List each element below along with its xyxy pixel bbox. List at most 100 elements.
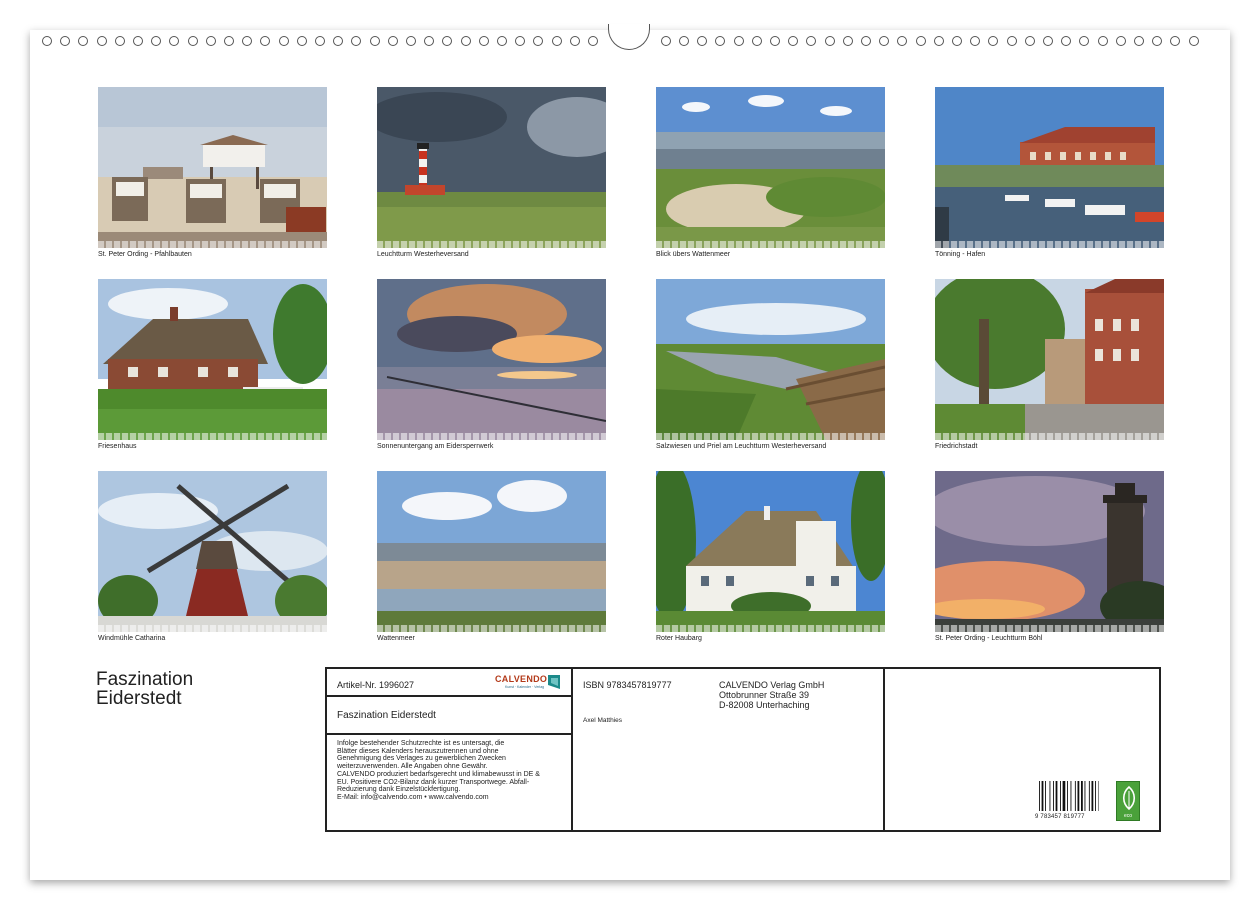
photo-card[interactable]: Windmühle Catharina xyxy=(98,471,327,649)
binding-ring xyxy=(825,36,835,46)
binding-ring xyxy=(970,36,980,46)
binding-ring xyxy=(97,36,107,46)
binding-ring xyxy=(752,36,762,46)
binding-ring xyxy=(1170,36,1180,46)
binding-ring xyxy=(42,36,52,46)
binding-ring xyxy=(297,36,307,46)
legal-notice: Infolge bestehender Schutzrechte ist es … xyxy=(337,740,569,802)
binding-ring xyxy=(897,36,907,46)
photo-card[interactable]: Tönning - Hafen xyxy=(935,87,1164,265)
binding-ring xyxy=(479,36,489,46)
date-strip xyxy=(377,241,606,248)
binding-ring xyxy=(879,36,889,46)
photo-card[interactable]: Roter Haubarg xyxy=(656,471,885,649)
back-info-box: Artikel-Nr. 1996027 CALVENDO Kunst · Kal… xyxy=(325,667,1161,832)
photo-card[interactable]: Wattenmeer xyxy=(377,471,606,649)
photo-card[interactable]: St. Peter Ording - Leuchtturm Böhl xyxy=(935,471,1164,649)
binding-ring xyxy=(861,36,871,46)
photo-caption: Tönning - Hafen xyxy=(935,250,1164,259)
binding-ring xyxy=(661,36,671,46)
binding-ring xyxy=(734,36,744,46)
binding-ring xyxy=(442,36,452,46)
binding-ring xyxy=(60,36,70,46)
barcode-bars-icon xyxy=(1039,781,1099,811)
date-strip xyxy=(656,241,885,248)
date-strip xyxy=(935,241,1164,248)
binding-ring xyxy=(388,36,398,46)
calendar-title: Faszination Eiderstedt xyxy=(96,670,296,708)
photo-card[interactable]: Leuchtturm Westerheversand xyxy=(377,87,606,265)
binding-ring xyxy=(1007,36,1017,46)
spiral-binding xyxy=(30,30,1230,52)
date-strip xyxy=(98,433,327,440)
legal-line: weiterzuverwenden. Alle Angaben ohne Gew… xyxy=(337,763,569,771)
photo-card[interactable]: Salzwiesen und Priel am Leuchtturm Weste… xyxy=(656,279,885,457)
binding-ring xyxy=(1043,36,1053,46)
photo-card[interactable]: Friedrichstadt xyxy=(935,279,1164,457)
binding-ring xyxy=(406,36,416,46)
calvendo-mark-icon xyxy=(548,675,560,689)
binding-ring xyxy=(279,36,289,46)
binding-ring xyxy=(533,36,543,46)
photo-caption: Leuchtturm Westerheversand xyxy=(377,250,606,259)
photo-salzwiesen-priel xyxy=(656,279,885,440)
photo-grid: St. Peter Ording - Pfahlbauten Leuchttur… xyxy=(98,87,1164,647)
publisher-city: D-82008 Unterhaching xyxy=(719,700,824,710)
publisher-name: CALVENDO Verlag GmbH xyxy=(719,680,824,690)
eco-badge: eco xyxy=(1116,781,1140,821)
binding-ring xyxy=(260,36,270,46)
info-column-barcode: 9 783457 819777 eco xyxy=(885,669,1159,830)
photo-card[interactable]: Friesenhaus xyxy=(98,279,327,457)
binding-ring xyxy=(1098,36,1108,46)
photo-friedrichstadt xyxy=(935,279,1164,440)
binding-ring xyxy=(1061,36,1071,46)
binding-ring xyxy=(315,36,325,46)
legal-line: CALVENDO produziert bedarfsgerecht und k… xyxy=(337,771,569,779)
legal-line: Reduzierung dank Einzelstückfertigung. xyxy=(337,786,569,794)
legal-line: Genehmigung des Verlages zu gewerblichen… xyxy=(337,755,569,763)
photo-card[interactable]: Sonnenuntergang am Eidersperrwerk xyxy=(377,279,606,457)
date-strip xyxy=(377,433,606,440)
leaf-icon xyxy=(1120,785,1138,811)
photo-caption: St. Peter Ording - Leuchtturm Böhl xyxy=(935,634,1164,643)
binding-ring xyxy=(333,36,343,46)
photo-sonnenuntergang-eidersperrwerk xyxy=(377,279,606,440)
photo-caption: Friesenhaus xyxy=(98,442,327,451)
photo-pfahlbauten xyxy=(98,87,327,248)
date-strip xyxy=(935,625,1164,632)
binding-ring xyxy=(1134,36,1144,46)
article-number: Artikel-Nr. 1996027 xyxy=(337,680,414,690)
article-row: Artikel-Nr. 1996027 CALVENDO Kunst · Kal… xyxy=(327,669,571,697)
photo-card[interactable]: Blick übers Wattenmeer xyxy=(656,87,885,265)
binding-ring xyxy=(806,36,816,46)
legal-line: E-Mail: info@calvendo.com • www.calvendo… xyxy=(337,794,569,802)
photo-roter-haubarg xyxy=(656,471,885,632)
info-column-article: Artikel-Nr. 1996027 CALVENDO Kunst · Kal… xyxy=(327,669,573,830)
binding-ring xyxy=(424,36,434,46)
date-strip xyxy=(98,241,327,248)
publisher-address: CALVENDO Verlag GmbH Ottobrunner Straße … xyxy=(719,680,824,710)
eco-label: eco xyxy=(1117,813,1139,819)
photo-caption: Salzwiesen und Priel am Leuchtturm Weste… xyxy=(656,442,885,451)
binding-ring xyxy=(242,36,252,46)
photo-card[interactable]: St. Peter Ording - Pfahlbauten xyxy=(98,87,327,265)
author: Axel Matthies xyxy=(583,717,622,724)
binding-ring xyxy=(988,36,998,46)
legal-line: EU. Positivere CO2-Bilanz dank kurzer Tr… xyxy=(337,779,569,787)
photo-friesenhaus xyxy=(98,279,327,440)
info-column-publisher: ISBN 9783457819777 Axel Matthies CALVEND… xyxy=(573,669,885,830)
binding-ring xyxy=(206,36,216,46)
title-line-2: Eiderstedt xyxy=(96,689,296,708)
photo-caption: Windmühle Catharina xyxy=(98,634,327,643)
photo-wattenmeer-blick xyxy=(656,87,885,248)
binding-ring xyxy=(552,36,562,46)
binding-ring xyxy=(952,36,962,46)
photo-toenning-hafen xyxy=(935,87,1164,248)
binding-ring xyxy=(570,36,580,46)
binding-ring xyxy=(697,36,707,46)
product-title: Faszination Eiderstedt xyxy=(337,710,436,721)
binding-ring xyxy=(497,36,507,46)
barcode-digits: 9 783457 819777 xyxy=(1035,814,1099,820)
binding-ring xyxy=(715,36,725,46)
hanger-hook xyxy=(608,24,650,50)
